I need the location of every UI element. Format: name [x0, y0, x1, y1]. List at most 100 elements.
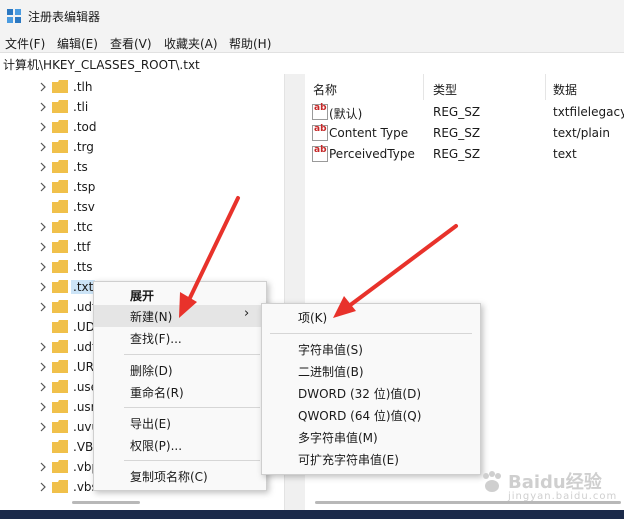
folder-icon: [52, 260, 68, 273]
menu-item-new-key[interactable]: 项(K): [262, 306, 480, 328]
menu-help[interactable]: 帮助(H): [229, 35, 271, 52]
chevron-right-icon[interactable]: [38, 122, 48, 132]
column-divider[interactable]: [423, 74, 424, 100]
value-name: PerceivedType: [329, 147, 415, 161]
menu-item-new[interactable]: 新建(N) ›: [94, 305, 266, 327]
folder-icon: [52, 240, 68, 253]
chevron-right-icon[interactable]: [38, 282, 48, 292]
menu-bar: 文件(F) 编辑(E) 查看(V) 收藏夹(A) 帮助(H): [0, 32, 624, 52]
menu-item-label: 查找(F)...: [130, 332, 182, 346]
watermark-url: jingyan.baidu.com: [508, 491, 618, 502]
tree-item-label: .trg: [73, 140, 94, 154]
menu-item-delete[interactable]: 删除(D): [94, 359, 266, 381]
folder-icon: [52, 220, 68, 233]
value-row[interactable]: ab PerceivedType REG_SZ text: [305, 143, 624, 164]
tree-item[interactable]: .ts: [38, 157, 278, 177]
menu-item-export[interactable]: 导出(E): [94, 412, 266, 434]
chevron-right-icon[interactable]: [38, 342, 48, 352]
tree-item-label: .tsp: [73, 180, 96, 194]
menu-item-new-expandable-string-value[interactable]: 可扩充字符串值(E): [262, 448, 480, 470]
tree-item[interactable]: .tsp: [38, 177, 278, 197]
tree-item-label: .tsv: [73, 200, 95, 214]
chevron-right-icon[interactable]: [38, 482, 48, 492]
string-value-icon: ab: [312, 103, 328, 120]
menu-item-new-multi-string-value[interactable]: 多字符串值(M): [262, 426, 480, 448]
chevron-right-icon[interactable]: [38, 102, 48, 112]
folder-icon: [52, 180, 68, 193]
menu-item-new-string-value[interactable]: 字符串值(S): [262, 338, 480, 360]
column-divider[interactable]: [545, 74, 546, 100]
value-row[interactable]: ab (默认) REG_SZ txtfilelegacy: [305, 101, 624, 122]
menu-separator: [270, 333, 472, 334]
chevron-right-icon[interactable]: [38, 422, 48, 432]
menu-item-new-qword-value[interactable]: QWORD (64 位)值(Q): [262, 404, 480, 426]
folder-icon: [52, 200, 68, 213]
chevron-right-icon[interactable]: [38, 182, 48, 192]
tree-item-label: .ttf: [73, 240, 91, 254]
tree-horizontal-scrollbar[interactable]: [0, 496, 284, 510]
address-bar[interactable]: 计算机\HKEY_CLASSES_ROOT\.txt: [0, 52, 624, 75]
chevron-right-icon[interactable]: [38, 142, 48, 152]
menu-item-label: 权限(P)...: [130, 439, 183, 453]
string-value-icon: ab: [312, 145, 328, 162]
paw-logo-icon: [483, 471, 501, 492]
title-bar: 注册表编辑器: [0, 0, 624, 32]
value-data: text: [553, 147, 577, 161]
tree-item[interactable]: .tli: [38, 97, 278, 117]
folder-icon: [52, 380, 68, 393]
tree-item[interactable]: .tsv: [38, 197, 278, 217]
tree-item-label: .tts: [73, 260, 93, 274]
folder-icon: [52, 280, 68, 293]
window-title: 注册表编辑器: [28, 10, 101, 24]
tree-item[interactable]: .ttc: [38, 217, 278, 237]
menu-item-permissions[interactable]: 权限(P)...: [94, 434, 266, 456]
tree-item[interactable]: .tlh: [38, 77, 278, 97]
value-type: REG_SZ: [433, 147, 481, 161]
folder-icon: [52, 160, 68, 173]
chevron-right-icon[interactable]: [38, 382, 48, 392]
menu-item-label: 复制项名称(C): [130, 470, 208, 484]
menu-item-new-binary-value[interactable]: 二进制值(B): [262, 360, 480, 382]
chevron-right-icon[interactable]: [38, 462, 48, 472]
tree-item-label: .tod: [73, 120, 97, 134]
chevron-right-icon[interactable]: [38, 362, 48, 372]
menu-item-rename[interactable]: 重命名(R): [94, 381, 266, 403]
menu-file[interactable]: 文件(F): [5, 35, 45, 52]
chevron-right-icon[interactable]: [38, 402, 48, 412]
menu-item-expand[interactable]: 展开: [94, 284, 266, 306]
menu-view[interactable]: 查看(V): [110, 35, 152, 52]
menu-edit[interactable]: 编辑(E): [57, 35, 98, 52]
menu-item-copy-key-name[interactable]: 复制项名称(C): [94, 465, 266, 487]
folder-icon: [52, 440, 68, 453]
tree-item[interactable]: .tts: [38, 257, 278, 277]
chevron-right-icon[interactable]: [38, 302, 48, 312]
registry-editor-icon: [7, 9, 21, 23]
menu-item-new-dword-value[interactable]: DWORD (32 位)值(D): [262, 382, 480, 404]
tree-item[interactable]: .trg: [38, 137, 278, 157]
context-menu: 展开 新建(N) › 查找(F)... 删除(D) 重命名(R) 导出(E) 权…: [93, 281, 267, 491]
chevron-right-icon[interactable]: [38, 82, 48, 92]
menu-item-label: 导出(E): [130, 417, 171, 431]
menu-favorites[interactable]: 收藏夹(A): [164, 35, 218, 52]
chevron-right-icon[interactable]: [38, 262, 48, 272]
value-name: Content Type: [329, 126, 409, 140]
menu-item-label: 项(K): [298, 311, 328, 325]
menu-item-label: 字符串值(S): [298, 343, 363, 357]
value-row[interactable]: ab Content Type REG_SZ text/plain: [305, 122, 624, 143]
tree-item-label: .ts: [73, 160, 88, 174]
chevron-right-icon[interactable]: [38, 242, 48, 252]
taskbar: [0, 510, 624, 519]
chevron-right-icon[interactable]: [38, 222, 48, 232]
folder-icon: [52, 120, 68, 133]
folder-icon: [52, 340, 68, 353]
folder-icon: [52, 80, 68, 93]
address-path: 计算机\HKEY_CLASSES_ROOT\.txt: [3, 58, 200, 72]
scrollbar-thumb[interactable]: [72, 501, 140, 504]
tree-item-label: .tli: [73, 100, 89, 114]
chevron-right-icon[interactable]: [38, 162, 48, 172]
menu-item-find[interactable]: 查找(F)...: [94, 327, 266, 349]
tree-item-label: .ttc: [73, 220, 93, 234]
tree-item[interactable]: .tod: [38, 117, 278, 137]
tree-item[interactable]: .ttf: [38, 237, 278, 257]
value-type: REG_SZ: [433, 105, 481, 119]
